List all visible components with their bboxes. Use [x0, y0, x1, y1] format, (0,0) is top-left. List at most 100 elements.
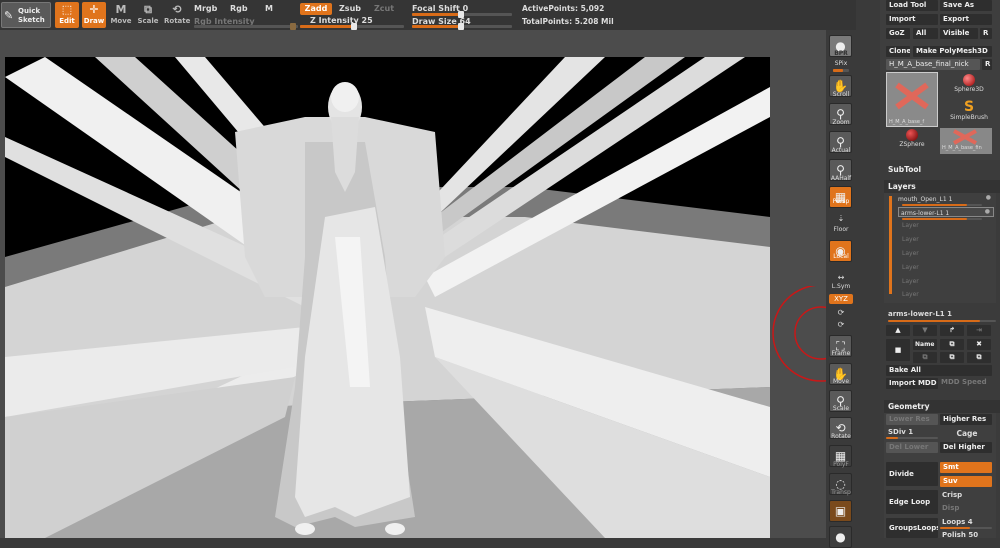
groups-loops-button[interactable]: GroupsLoops [886, 518, 938, 538]
current-tool-name[interactable]: H_M_A_base_final_nick [886, 59, 980, 70]
layers-header[interactable]: Layers [884, 180, 1000, 193]
scale-view-label: Scale [832, 405, 850, 412]
layer-down-button[interactable]: ▼ [913, 325, 937, 336]
spix-slider[interactable] [833, 69, 849, 72]
disp-toggle[interactable]: Disp [942, 504, 959, 512]
layers-scrollbar[interactable] [889, 196, 892, 294]
layer-row[interactable]: Layer [902, 264, 992, 274]
import-mdd-button[interactable]: Import MDD [886, 378, 938, 389]
gizmo-ring[interactable] [766, 286, 826, 406]
export-button[interactable]: Export [940, 14, 992, 25]
load-tool-button[interactable]: Load Tool [886, 0, 938, 11]
zadd-button[interactable]: Zadd [300, 3, 332, 15]
draw-size-slider[interactable] [412, 23, 512, 30]
layer-row[interactable]: mouth_Open_L1 1 ● [898, 194, 994, 204]
save-as-button[interactable]: Save As [940, 0, 992, 11]
spix-label: SPix [834, 60, 848, 67]
sdiv-slider[interactable] [886, 437, 938, 439]
layer-strength-slider[interactable] [902, 204, 982, 206]
tool-thumb-2[interactable]: H_M_A_base_fin [940, 128, 992, 154]
layer-split-button[interactable]: ⇥ [967, 325, 991, 336]
ghost-button[interactable]: ▣ [829, 500, 852, 522]
layer-up-button[interactable]: ▲ [886, 325, 910, 336]
xyz-button[interactable]: XYZ [829, 294, 853, 304]
layer-row[interactable]: Layer [902, 278, 992, 288]
viewport[interactable] [0, 30, 826, 538]
zsphere-thumb[interactable]: ZSphere [886, 128, 938, 154]
layer-dup-button[interactable]: ⧉ [913, 352, 937, 363]
layer-delete-button[interactable]: ✖ [967, 339, 991, 350]
sphere3d-thumb[interactable]: Sphere3D [946, 72, 992, 98]
make-polymesh-button[interactable]: Make PolyMesh3D [913, 46, 992, 57]
rotate-axis-icon-2[interactable]: ⟳ [826, 320, 856, 329]
mrgb-toggle[interactable]: Mrgb [194, 4, 217, 13]
solo-icon: ● [835, 530, 846, 544]
scroll-label: Scroll [832, 91, 850, 98]
layer-row[interactable]: Layer [902, 250, 992, 260]
suv-toggle[interactable]: Suv [940, 476, 992, 487]
cage-toggle[interactable]: Cage [942, 429, 992, 438]
focal-shift-slider[interactable] [412, 11, 512, 18]
edge-loop-button[interactable]: Edge Loop [886, 490, 938, 514]
frame-label: Frame [831, 350, 851, 357]
eye-icon[interactable]: ● [986, 194, 991, 201]
layer-name-button[interactable]: Name [913, 339, 937, 350]
current-tool-r-button[interactable]: R [982, 59, 992, 70]
simplebrush-thumb[interactable]: S SimpleBrush [946, 100, 992, 126]
lsym-label[interactable]: L.Sym [826, 283, 856, 290]
x-tool-icon-small [953, 129, 977, 145]
rotate-axis-icon[interactable]: ⟳ [826, 308, 856, 317]
zcut-toggle[interactable]: Zcut [374, 4, 394, 13]
del-lower-button[interactable]: Del Lower [886, 442, 938, 453]
quick-sketch-button[interactable]: ✎ Quick Sketch [1, 2, 51, 28]
goz-button[interactable]: GoZ [886, 28, 910, 39]
del-higher-button[interactable]: Del Higher [940, 442, 992, 453]
r-button[interactable]: R [980, 28, 992, 39]
layer-strength-slider[interactable] [902, 218, 982, 220]
total-points-readout: TotalPoints: 5.208 Mil [522, 17, 614, 26]
solo-button[interactable]: ● [829, 526, 852, 548]
subtool-header[interactable]: SubTool [884, 163, 1000, 176]
floor-label[interactable]: Floor [826, 226, 856, 233]
divide-button[interactable]: Divide [886, 462, 938, 486]
edit-button[interactable]: ⬚ Edit [55, 2, 79, 28]
actual-label: Actual [831, 147, 851, 154]
draw-button[interactable]: ✛ Draw [82, 2, 106, 28]
z-intensity-slider[interactable] [300, 23, 404, 30]
import-button[interactable]: Import [886, 14, 938, 25]
layer-row[interactable]: Layer [902, 236, 992, 246]
visible-button[interactable]: Visible [940, 28, 978, 39]
layer-merge-button[interactable]: ↱ [940, 325, 964, 336]
lower-res-button[interactable]: Lower Res [886, 414, 938, 425]
rgb-intensity-slider[interactable] [194, 23, 298, 30]
clone-button[interactable]: Clone [886, 46, 910, 57]
geometry-header[interactable]: Geometry [884, 400, 1000, 413]
all-button[interactable]: All [913, 28, 938, 39]
zsub-toggle[interactable]: Zsub [339, 4, 361, 13]
layer-record2-button[interactable]: ⧉ [967, 352, 991, 363]
current-layer-slider[interactable] [888, 320, 996, 322]
rotate-button[interactable]: ⟲ Rotate [164, 2, 190, 28]
eye-icon[interactable]: ● [985, 208, 990, 215]
smt-toggle[interactable]: Smt [940, 462, 992, 473]
move-button[interactable]: M Move [110, 2, 132, 28]
layer-row-selected[interactable]: arms-lower-L1 1 ● [898, 207, 994, 217]
document-canvas[interactable] [5, 57, 770, 538]
loops-label: Loops 4 [942, 518, 973, 526]
rotate-view-label: Rotate [831, 433, 851, 440]
new-layer-button[interactable]: ■ [886, 339, 910, 361]
layer-record-button[interactable]: ⧉ [940, 352, 964, 363]
rgb-toggle[interactable]: Rgb [230, 4, 248, 13]
scale-button[interactable]: ⧉ Scale [137, 2, 159, 28]
layer-row[interactable]: Layer [902, 222, 992, 232]
layer-row[interactable]: Layer [902, 291, 992, 301]
current-tool-thumbnail[interactable]: H_M_A_base_f [886, 72, 938, 127]
m-toggle[interactable]: M [265, 4, 273, 13]
loops-slider[interactable] [940, 527, 992, 529]
crisp-toggle[interactable]: Crisp [942, 491, 962, 499]
layer-copy-button[interactable]: ⧉ [940, 339, 964, 350]
bake-all-button[interactable]: Bake All [886, 365, 992, 376]
move-view-label: Move [832, 378, 850, 385]
higher-res-button[interactable]: Higher Res [940, 414, 992, 425]
polyf-label: PolyF [833, 461, 849, 468]
